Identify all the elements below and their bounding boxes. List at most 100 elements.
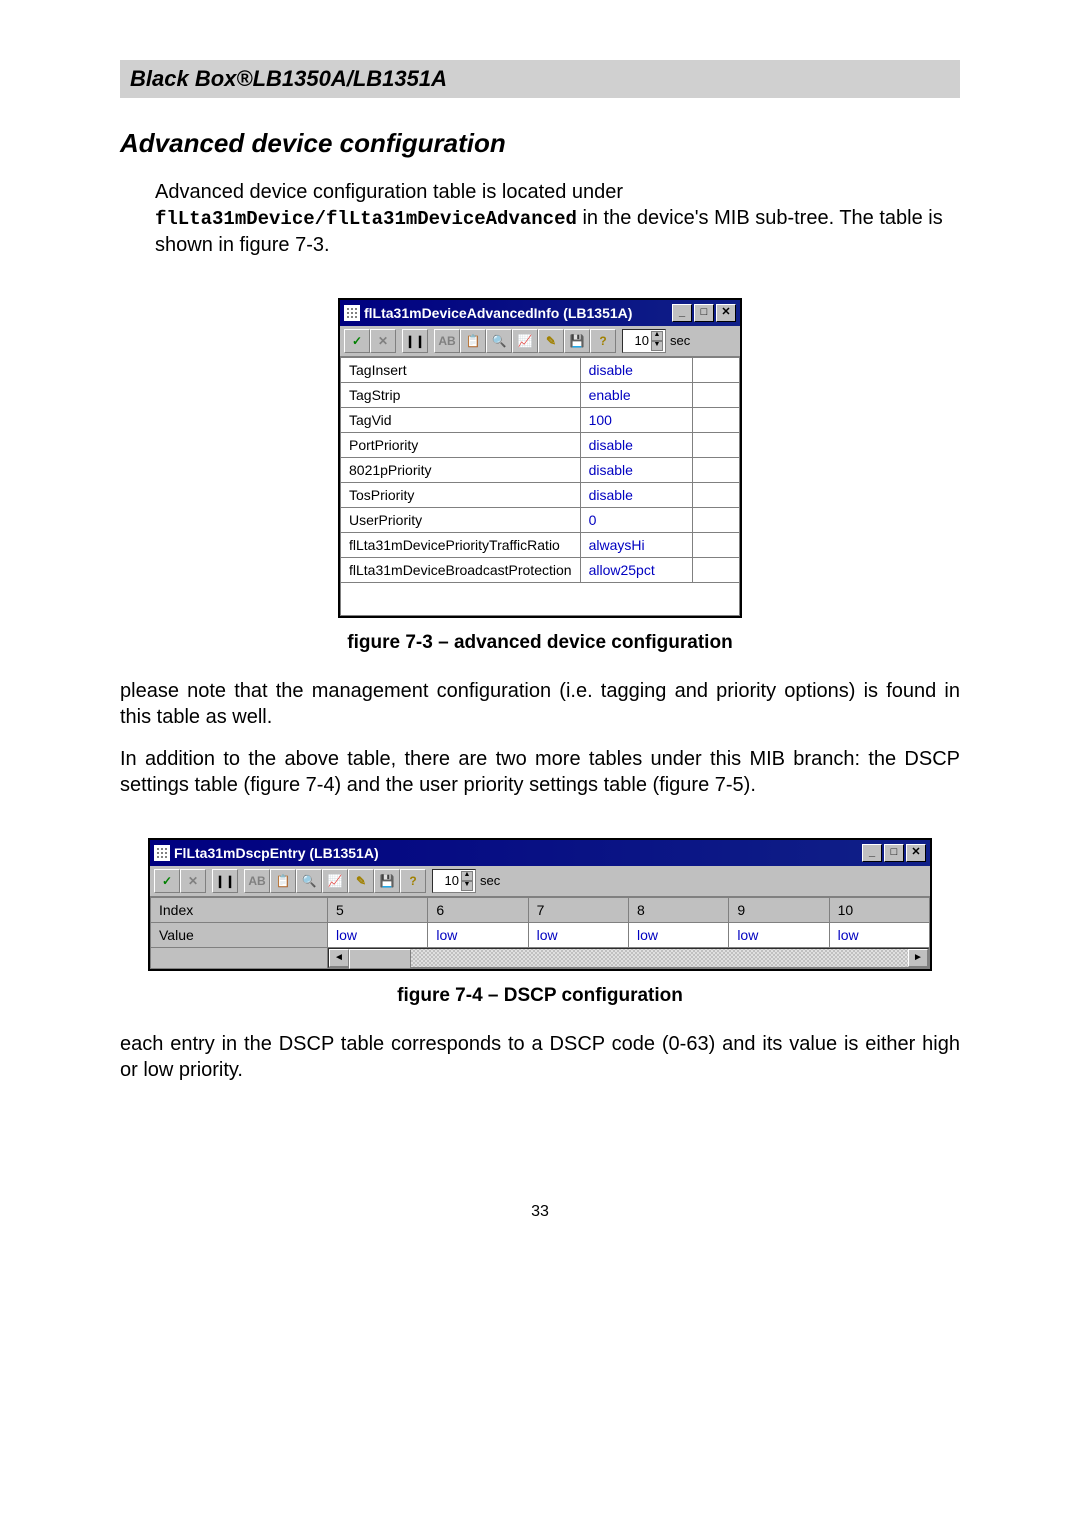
param-value[interactable]: disable [580,432,692,457]
dscp-value-cell[interactable]: low [829,922,929,947]
table-row: 8021pPrioritydisable [341,457,740,482]
spacer-cell [693,432,740,457]
table-row: TagInsertdisable [341,357,740,382]
param-value[interactable]: 100 [580,407,692,432]
spacer-cell [693,557,740,582]
window-title: FlLta31mDscpEntry (LB1351A) [174,845,379,861]
dscp-value-cell[interactable]: low [328,922,428,947]
paragraph-2: In addition to the above table, there ar… [120,746,960,798]
column-header: 9 [729,897,829,922]
spin-down-icon[interactable]: ▼ [461,881,473,891]
wand-icon[interactable]: ✎ [538,329,564,353]
wand-icon[interactable]: ✎ [348,869,374,893]
minimize-button[interactable]: _ [862,844,882,862]
dscp-value-cell[interactable]: low [528,922,628,947]
dscp-value-cell[interactable]: low [729,922,829,947]
advanced-table: TagInsertdisableTagStripenableTagVid100P… [340,357,740,616]
paragraph-3: each entry in the DSCP table corresponds… [120,1031,960,1083]
refresh-interval-stepper[interactable]: ▲▼ [432,869,476,893]
column-header: 5 [328,897,428,922]
help-icon[interactable]: ? [590,329,616,353]
refresh-unit-label: sec [670,333,690,348]
spin-down-icon[interactable]: ▼ [651,341,663,351]
clipboard-icon[interactable]: 📋 [270,869,296,893]
table-row: flLta31mDeviceBroadcastProtectionallow25… [341,557,740,582]
x-icon[interactable]: ✕ [180,869,206,893]
pause-icon[interactable]: ❙❙ [212,869,238,893]
spacer-cell [693,357,740,382]
param-name: TagInsert [341,357,581,382]
save-icon[interactable]: 💾 [564,329,590,353]
x-icon[interactable]: ✕ [370,329,396,353]
table-row: UserPriority0 [341,507,740,532]
intro-paragraph: Advanced device configuration table is l… [155,179,960,258]
scroll-thumb[interactable] [349,949,411,969]
dscp-value-cell[interactable]: low [428,922,528,947]
table-row: TosPrioritydisable [341,482,740,507]
spacer-cell [693,457,740,482]
spacer-cell [693,407,740,432]
save-icon[interactable]: 💾 [374,869,400,893]
close-button[interactable]: ✕ [716,304,736,322]
mib-path: flLta31mDevice/flLta31mDeviceAdvanced [155,208,577,230]
scroll-left-button[interactable]: ◄ [329,949,349,967]
refresh-interval-input[interactable] [625,333,649,348]
dscp-value-cell[interactable]: low [628,922,728,947]
table-row: TagStripenable [341,382,740,407]
param-value[interactable]: disable [580,457,692,482]
pause-icon[interactable]: ❙❙ [402,329,428,353]
intro-pre: Advanced device configuration table is l… [155,181,623,203]
param-name: TagStrip [341,382,581,407]
chart-icon[interactable]: 📈 [322,869,348,893]
param-name: UserPriority [341,507,581,532]
figure-caption-1: figure 7-3 – advanced device configurati… [120,632,960,654]
param-value[interactable]: disable [580,482,692,507]
check-icon[interactable]: ✓ [344,329,370,353]
param-value[interactable]: allow25pct [580,557,692,582]
spin-up-icon[interactable]: ▲ [461,871,473,881]
param-value[interactable]: disable [580,357,692,382]
column-header: 10 [829,897,929,922]
footer-cell [341,582,740,615]
table-row: flLta31mDevicePriorityTrafficRatioalways… [341,532,740,557]
spin-up-icon[interactable]: ▲ [651,331,663,341]
index-header: Index [151,897,328,922]
spacer-cell [693,532,740,557]
table-row: TagVid100 [341,407,740,432]
toolbar: ✓✕❙❙AB📋🔍📈✎💾?▲▼sec [150,866,930,897]
window-title: flLta31mDeviceAdvancedInfo (LB1351A) [364,305,632,321]
refresh-interval-input[interactable] [435,873,459,888]
advanced-info-window: flLta31mDeviceAdvancedInfo (LB1351A) _ □… [338,298,742,618]
paragraph-1: please note that the management configur… [120,678,960,730]
find-icon[interactable]: 🔍 [296,869,322,893]
ab-icon[interactable]: AB [434,329,460,353]
check-icon[interactable]: ✓ [154,869,180,893]
refresh-unit-label: sec [480,873,500,888]
clipboard-icon[interactable]: 📋 [460,329,486,353]
spacer-cell [693,482,740,507]
maximize-button[interactable]: □ [694,304,714,322]
find-icon[interactable]: 🔍 [486,329,512,353]
h-scrollbar[interactable]: ◄ ► [328,948,929,968]
param-name: TagVid [341,407,581,432]
table-row: PortPrioritydisable [341,432,740,457]
maximize-button[interactable]: □ [884,844,904,862]
value-row-header: Value [151,922,328,947]
minimize-button[interactable]: _ [672,304,692,322]
ab-icon[interactable]: AB [244,869,270,893]
window-titlebar: FlLta31mDscpEntry (LB1351A) _ □ ✕ [150,840,930,866]
refresh-interval-stepper[interactable]: ▲▼ [622,329,666,353]
param-value[interactable]: enable [580,382,692,407]
param-value[interactable]: alwaysHi [580,532,692,557]
help-icon[interactable]: ? [400,869,426,893]
param-name: PortPriority [341,432,581,457]
column-header: 6 [428,897,528,922]
column-header: 8 [628,897,728,922]
scroll-right-button[interactable]: ► [908,949,928,967]
figure-caption-2: figure 7-4 – DSCP configuration [120,985,960,1007]
param-value[interactable]: 0 [580,507,692,532]
window-titlebar: flLta31mDeviceAdvancedInfo (LB1351A) _ □… [340,300,740,326]
chart-icon[interactable]: 📈 [512,329,538,353]
close-button[interactable]: ✕ [906,844,926,862]
column-header: 7 [528,897,628,922]
